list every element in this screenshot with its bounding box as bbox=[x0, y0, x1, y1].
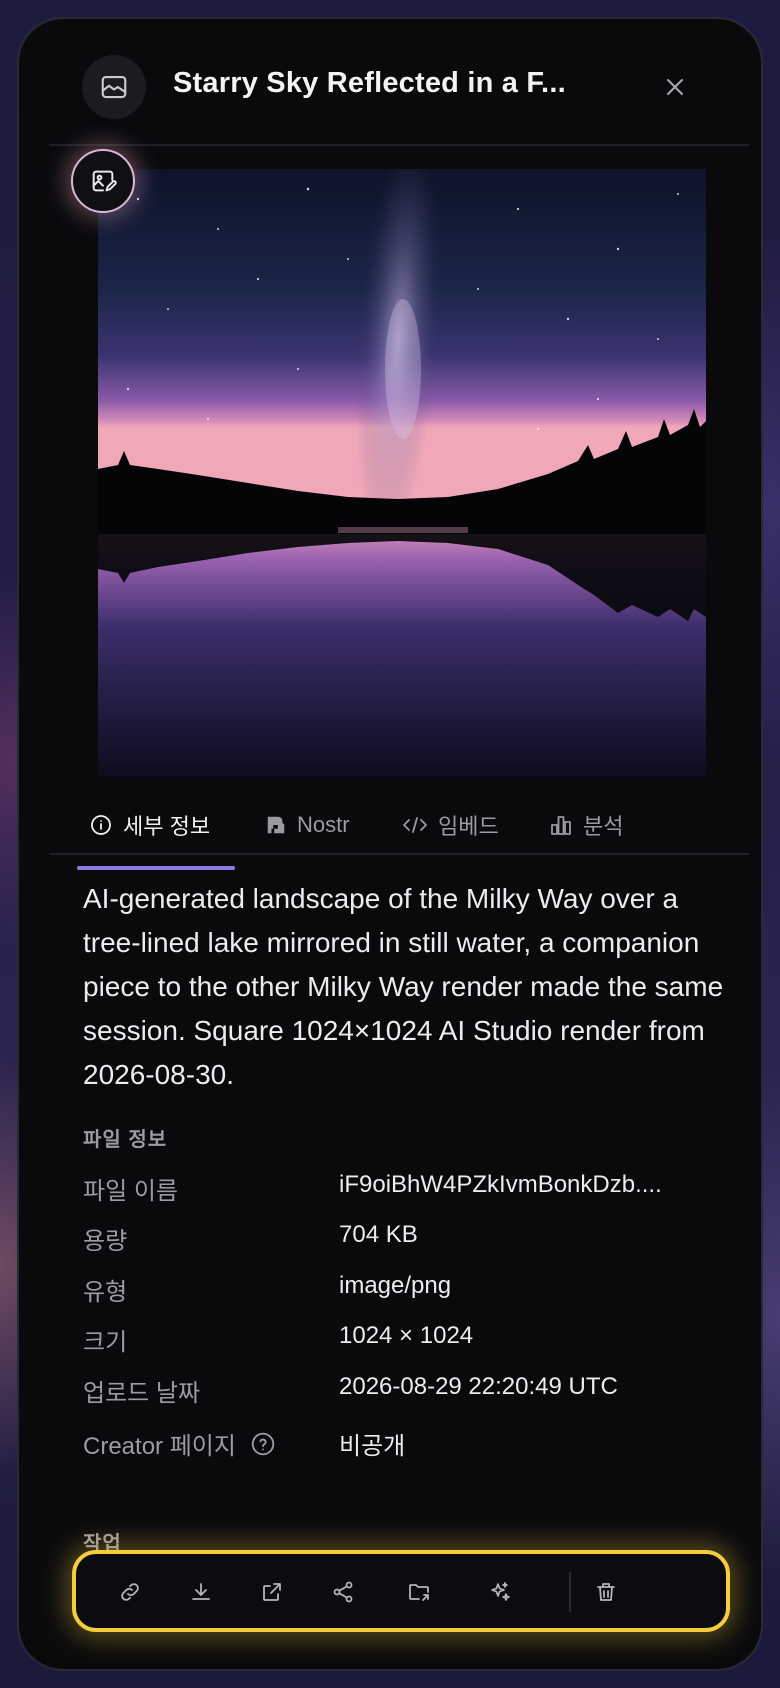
tab-label: 분석 bbox=[583, 814, 624, 839]
share-icon bbox=[333, 1581, 353, 1603]
panel-header: Starry Sky Reflected in a F... bbox=[19, 19, 761, 145]
share-button[interactable] bbox=[323, 1572, 363, 1612]
header-divider bbox=[49, 144, 749, 146]
info-row-type: 유형 image/png bbox=[83, 1272, 733, 1312]
info-row-filename: 파일 이름 iF9oiBhW4PZkIvmBonkDzb.... bbox=[83, 1171, 733, 1211]
external-link-icon bbox=[263, 1583, 281, 1601]
edit-image-button[interactable] bbox=[71, 149, 135, 213]
creator-page-label-wrap: Creator 페이지 bbox=[83, 1426, 276, 1461]
tabs-divider bbox=[49, 853, 749, 855]
info-value: 2026-08-29 22:20:49 UTC bbox=[339, 1373, 618, 1400]
link-icon bbox=[121, 1583, 139, 1601]
info-value: 704 KB bbox=[339, 1221, 418, 1248]
media-detail-panel: Starry Sky Reflected in a F... 세부 정보 Nos… bbox=[17, 17, 763, 1671]
image-edit-icon bbox=[92, 170, 117, 192]
image-description: AI-generated landscape of the Milky Way … bbox=[83, 883, 724, 1090]
ai-enhance-button[interactable] bbox=[480, 1572, 520, 1612]
open-external-button[interactable] bbox=[252, 1572, 292, 1612]
code-icon bbox=[403, 817, 427, 833]
sparkles-icon bbox=[491, 1582, 510, 1601]
nostr-icon bbox=[267, 816, 285, 834]
help-circle-icon[interactable] bbox=[250, 1431, 276, 1457]
folder-move-icon bbox=[409, 1584, 429, 1601]
info-value[interactable]: iF9oiBhW4PZkIvmBonkDzb.... bbox=[339, 1171, 662, 1199]
info-icon bbox=[91, 815, 111, 835]
info-label: 크기 bbox=[83, 1329, 128, 1356]
info-row-dimensions: 크기 1024 × 1024 bbox=[83, 1322, 733, 1362]
page-title: Starry Sky Reflected in a F... bbox=[173, 67, 566, 99]
info-label: 파일 이름 bbox=[83, 1178, 178, 1205]
info-row-creator-page: Creator 페이지 비공개 bbox=[83, 1426, 733, 1466]
info-label: 업로드 날짜 bbox=[83, 1380, 201, 1407]
info-label: 유형 bbox=[83, 1279, 128, 1306]
tab-label: Nostr bbox=[297, 812, 350, 837]
image-icon bbox=[82, 55, 146, 119]
close-button[interactable] bbox=[657, 69, 693, 105]
info-label: 용량 bbox=[83, 1228, 128, 1255]
preview-image bbox=[98, 169, 706, 777]
info-label: Creator 페이지 bbox=[83, 1433, 236, 1460]
move-to-folder-button[interactable] bbox=[400, 1572, 440, 1612]
active-tab-indicator bbox=[77, 866, 235, 870]
file-info-heading: 파일 정보 bbox=[83, 1129, 168, 1151]
tab-embed[interactable]: 임베드 bbox=[402, 794, 499, 856]
info-row-size: 용량 704 KB bbox=[83, 1221, 733, 1261]
bar-chart-icon bbox=[551, 816, 571, 835]
download-button[interactable] bbox=[181, 1572, 221, 1612]
tab-details[interactable]: 세부 정보 bbox=[89, 794, 210, 856]
close-icon bbox=[667, 79, 683, 95]
tab-analytics[interactable]: 분석 bbox=[549, 794, 623, 856]
tab-nostr[interactable]: Nostr bbox=[265, 794, 350, 856]
download-icon bbox=[192, 1583, 210, 1600]
info-row-upload-date: 업로드 날짜 2026-08-29 22:20:49 UTC bbox=[83, 1373, 733, 1413]
delete-button[interactable] bbox=[586, 1572, 626, 1612]
info-value: 비공개 bbox=[339, 1433, 406, 1460]
actions-toolbar bbox=[72, 1550, 730, 1632]
toolbar-divider bbox=[569, 1572, 571, 1612]
tab-label: 임베드 bbox=[438, 814, 499, 839]
copy-link-button[interactable] bbox=[110, 1572, 150, 1612]
tab-label: 세부 정보 bbox=[123, 814, 211, 839]
detail-tabs: 세부 정보 Nostr 임베드 분석 bbox=[19, 794, 761, 872]
trash-icon bbox=[597, 1583, 615, 1601]
info-value: 1024 × 1024 bbox=[339, 1322, 474, 1349]
info-value: image/png bbox=[339, 1272, 452, 1299]
